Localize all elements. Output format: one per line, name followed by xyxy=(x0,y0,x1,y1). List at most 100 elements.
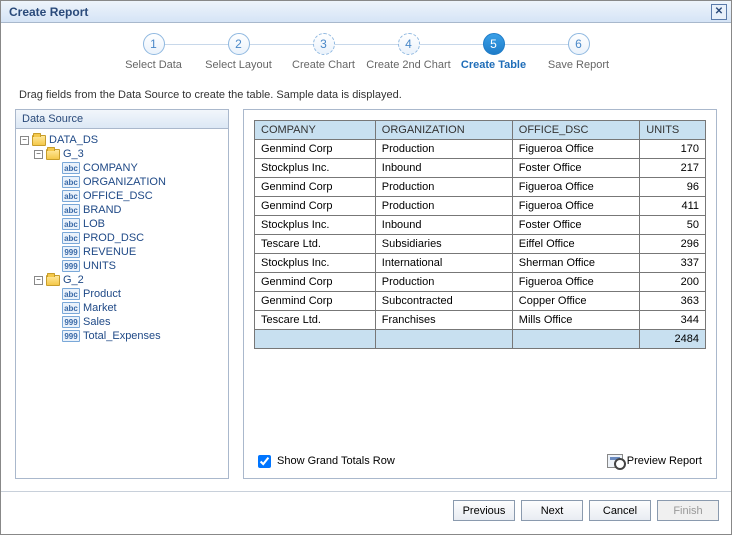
tree-field-Market[interactable]: abcMarket xyxy=(20,301,224,315)
table-cell: Genmind Corp xyxy=(255,178,376,197)
tree-toggle-icon[interactable]: − xyxy=(34,276,43,285)
tree-group-G_2[interactable]: − G_2 xyxy=(20,273,224,287)
tree-field-Total_Expenses[interactable]: 999Total_Expenses xyxy=(20,329,224,343)
folder-icon xyxy=(32,135,46,146)
tree-label: OFFICE_DSC xyxy=(83,190,153,202)
show-grand-totals-label: Show Grand Totals Row xyxy=(277,455,395,467)
field-abc-icon: abc xyxy=(62,218,80,230)
tree-field-Sales[interactable]: 999Sales xyxy=(20,315,224,329)
tree-field-OFFICE_DSC[interactable]: abcOFFICE_DSC xyxy=(20,189,224,203)
tree-field-LOB[interactable]: abcLOB xyxy=(20,217,224,231)
finish-button[interactable]: Finish xyxy=(657,500,719,521)
cancel-button[interactable]: Cancel xyxy=(589,500,651,521)
column-header[interactable]: COMPANY xyxy=(255,121,376,140)
step-circle: 3 xyxy=(313,33,335,55)
step-5[interactable]: 5 Create Table xyxy=(451,33,536,71)
data-source-panel: Data Source −DATA_DS−G_3abcCOMPANYabcORG… xyxy=(15,109,229,479)
tree-toggle-icon[interactable]: − xyxy=(34,150,43,159)
preview-report-link[interactable]: Preview Report xyxy=(607,454,702,468)
tree-label: COMPANY xyxy=(83,162,138,174)
step-4[interactable]: 4Create 2nd Chart xyxy=(366,33,451,71)
grand-total-cell: 2484 xyxy=(640,330,706,349)
field-abc-icon: abc xyxy=(62,162,80,174)
data-source-tree: −DATA_DS−G_3abcCOMPANYabcORGANIZATIONabc… xyxy=(16,129,228,478)
folder-icon xyxy=(46,275,60,286)
field-999-icon: 999 xyxy=(62,260,80,272)
table-cell: Foster Office xyxy=(512,216,639,235)
table-cell: Inbound xyxy=(375,216,512,235)
table-panel: COMPANYORGANIZATIONOFFICE_DSCUNITS Genmi… xyxy=(243,109,717,479)
table-cell: Genmind Corp xyxy=(255,197,376,216)
table-cell: Foster Office xyxy=(512,159,639,178)
previous-button[interactable]: Previous xyxy=(453,500,515,521)
table-cell: Tescare Ltd. xyxy=(255,235,376,254)
next-button[interactable]: Next xyxy=(521,500,583,521)
step-3[interactable]: 3Create Chart xyxy=(281,33,366,71)
table-row[interactable]: Stockplus Inc.InboundFoster Office217 xyxy=(255,159,706,178)
column-header[interactable]: ORGANIZATION xyxy=(375,121,512,140)
step-6[interactable]: 6 Save Report xyxy=(536,33,621,71)
table-cell: 344 xyxy=(640,311,706,330)
tree-field-ORGANIZATION[interactable]: abcORGANIZATION xyxy=(20,175,224,189)
table-cell: Tescare Ltd. xyxy=(255,311,376,330)
table-cell: 296 xyxy=(640,235,706,254)
step-2[interactable]: 2Select Layout xyxy=(196,33,281,71)
table-cell: Stockplus Inc. xyxy=(255,254,376,273)
table-row[interactable]: Tescare Ltd.FranchisesMills Office344 xyxy=(255,311,706,330)
table-cell: Franchises xyxy=(375,311,512,330)
table-cell: Genmind Corp xyxy=(255,273,376,292)
tree-field-BRAND[interactable]: abcBRAND xyxy=(20,203,224,217)
tree-root[interactable]: − DATA_DS xyxy=(20,133,224,147)
table-cell: Stockplus Inc. xyxy=(255,216,376,235)
table-cell: Eiffel Office xyxy=(512,235,639,254)
table-row[interactable]: Stockplus Inc.InboundFoster Office50 xyxy=(255,216,706,235)
table-cell: International xyxy=(375,254,512,273)
table-cell: Figueroa Office xyxy=(512,178,639,197)
tree-group-G_3[interactable]: − G_3 xyxy=(20,147,224,161)
show-grand-totals-checkbox[interactable] xyxy=(258,455,271,468)
close-icon[interactable]: ✕ xyxy=(711,4,727,20)
step-1[interactable]: 1Select Data xyxy=(111,33,196,71)
tree-label: G_3 xyxy=(63,148,84,160)
table-cell: Inbound xyxy=(375,159,512,178)
table-cell: Genmind Corp xyxy=(255,140,376,159)
step-circle: 5 xyxy=(483,33,505,55)
table-row[interactable]: Genmind CorpSubcontractedCopper Office36… xyxy=(255,292,706,311)
table-row[interactable]: Genmind CorpProductionFigueroa Office96 xyxy=(255,178,706,197)
tree-label: G_2 xyxy=(63,274,84,286)
step-label: Create Table xyxy=(461,59,526,71)
tree-field-UNITS[interactable]: 999UNITS xyxy=(20,259,224,273)
table-cell: Subcontracted xyxy=(375,292,512,311)
tree-label: Total_Expenses xyxy=(83,330,161,342)
tree-label: DATA_DS xyxy=(49,134,98,146)
tree-label: UNITS xyxy=(83,260,116,272)
tree-field-COMPANY[interactable]: abcCOMPANY xyxy=(20,161,224,175)
table-row[interactable]: Stockplus Inc.InternationalSherman Offic… xyxy=(255,254,706,273)
tree-field-PROD_DSC[interactable]: abcPROD_DSC xyxy=(20,231,224,245)
preview-report-label: Preview Report xyxy=(627,455,702,467)
table-row[interactable]: Genmind CorpProductionFigueroa Office170 xyxy=(255,140,706,159)
table-row[interactable]: Genmind CorpProductionFigueroa Office411 xyxy=(255,197,706,216)
column-header[interactable]: OFFICE_DSC xyxy=(512,121,639,140)
tree-label: BRAND xyxy=(83,204,122,216)
field-abc-icon: abc xyxy=(62,204,80,216)
table-scroll[interactable]: COMPANYORGANIZATIONOFFICE_DSCUNITS Genmi… xyxy=(254,120,706,440)
tree-toggle-icon[interactable]: − xyxy=(20,136,29,145)
field-abc-icon: abc xyxy=(62,232,80,244)
table-cell: Stockplus Inc. xyxy=(255,159,376,178)
show-grand-totals-option[interactable]: Show Grand Totals Row xyxy=(258,455,395,468)
table-row[interactable]: Tescare Ltd.SubsidiariesEiffel Office296 xyxy=(255,235,706,254)
field-999-icon: 999 xyxy=(62,330,80,342)
step-circle: 1 xyxy=(143,33,165,55)
table-cell: Production xyxy=(375,140,512,159)
step-circle: 6 xyxy=(568,33,590,55)
tree-field-Product[interactable]: abcProduct xyxy=(20,287,224,301)
data-source-header: Data Source xyxy=(16,110,228,129)
step-label: Create 2nd Chart xyxy=(366,59,450,71)
table-cell: Genmind Corp xyxy=(255,292,376,311)
table-row[interactable]: Genmind CorpProductionFigueroa Office200 xyxy=(255,273,706,292)
tree-field-REVENUE[interactable]: 999REVENUE xyxy=(20,245,224,259)
column-header[interactable]: UNITS xyxy=(640,121,706,140)
table-cell: Copper Office xyxy=(512,292,639,311)
step-label: Save Report xyxy=(548,59,609,71)
